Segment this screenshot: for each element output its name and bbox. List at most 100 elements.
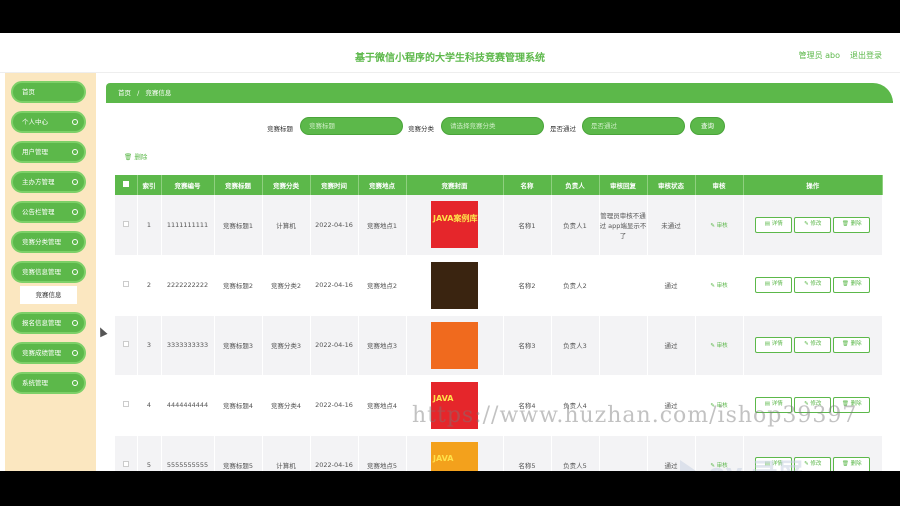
row-checkbox[interactable] <box>122 220 129 227</box>
logout-link[interactable]: 退出登录 <box>850 50 882 61</box>
actions-cell: ▤ 详情 ✎ 修改 🗑 删除 <box>743 195 883 256</box>
chevron-icon <box>72 209 78 215</box>
delete-button[interactable]: 🗑 删除 <box>833 216 871 233</box>
detail-button[interactable]: ▤ 详情 <box>755 337 793 353</box>
review-cell: ✎ 审核 <box>695 255 744 316</box>
select-all-header[interactable] <box>115 175 138 195</box>
column-header: 竞赛标题 <box>214 175 263 195</box>
place-cell: 竞赛地点5 <box>358 435 407 471</box>
row-select-cell[interactable] <box>115 435 138 471</box>
select-all-checkbox[interactable] <box>122 181 129 187</box>
place-cell: 竞赛地点2 <box>358 255 407 316</box>
column-header: 审核回复 <box>599 175 648 195</box>
detail-label: 详情 <box>771 281 783 287</box>
review-label: 审核 <box>716 283 728 289</box>
sidebar-item-registrations[interactable]: 报名信息管理 <box>11 312 86 334</box>
sidebar-subitem-competition-info[interactable]: 竞赛信息 <box>20 286 77 304</box>
index-cell: 1 <box>137 195 162 256</box>
column-header: 竞赛时间 <box>310 175 359 195</box>
sidebar-item-notices[interactable]: 公告栏管理 <box>11 201 86 223</box>
row-checkbox[interactable] <box>122 401 129 407</box>
row-select-cell[interactable] <box>115 315 138 376</box>
row-select-cell[interactable] <box>115 375 138 436</box>
trash-icon: 🗑 <box>124 153 133 161</box>
row-checkbox[interactable] <box>122 461 129 467</box>
edit-icon: ✎ <box>804 341 809 347</box>
chevron-icon <box>72 269 78 275</box>
sidebar-item-home[interactable]: 首页 <box>11 81 86 103</box>
sidebar-item-label: 公告栏管理 <box>22 208 55 216</box>
trash-icon: 🗑 <box>841 281 849 287</box>
code-cell: 3333333333 <box>161 315 215 376</box>
edit-label: 修改 <box>810 281 822 287</box>
owner-cell: 负责人2 <box>551 255 600 316</box>
actions-cell: ▤ 详情 ✎ 修改 🗑 删除 <box>743 255 883 316</box>
category-filter-label: 竞赛分类 <box>408 125 434 133</box>
column-header: 竞赛地点 <box>358 175 407 195</box>
sidebar-item-competitions[interactable]: 竞赛信息管理 <box>11 261 86 283</box>
chevron-icon <box>72 239 78 245</box>
row-checkbox[interactable] <box>122 281 129 287</box>
review-label: 审核 <box>716 222 728 229</box>
recorder-watermark-label: ev 录屏 <box>708 459 804 471</box>
sidebar-item-label: 主办方管理 <box>22 178 55 186</box>
place-cell: 竞赛地点4 <box>358 375 407 436</box>
delete-button[interactable]: 🗑 删除 <box>833 457 871 471</box>
index-cell: 3 <box>137 315 162 376</box>
row-select-cell[interactable] <box>115 255 138 316</box>
poster-cell: JAVA案例库 <box>406 195 504 256</box>
place-cell: 竞赛地点1 <box>358 195 407 256</box>
table-row: 2 2222222222 竞赛标题2 竞赛分类2 2022-04-16 竞赛地点2 名称2 负… <box>115 255 883 316</box>
sidebar-item-label: 竞赛成绩管理 <box>22 349 61 357</box>
cover-image <box>431 321 478 369</box>
detail-button[interactable]: ▤ 详情 <box>755 277 793 293</box>
column-header: 名称 <box>503 175 552 195</box>
row-checkbox[interactable] <box>122 341 129 347</box>
owner-cell: 负责人5 <box>551 435 600 471</box>
table-row: 1 1111111111 竞赛标题1 计算机 2022-04-16 竞赛地点1 JAVA案例… <box>115 195 883 256</box>
cover-image-text: JAVA <box>433 453 454 463</box>
edit-button[interactable]: ✎ 修改 <box>794 277 832 293</box>
search-button[interactable]: 查询 <box>690 117 725 135</box>
sidebar-item-profile[interactable]: 个人中心 <box>11 111 86 133</box>
edit-button[interactable]: ✎ 修改 <box>794 337 832 353</box>
batch-delete-button[interactable]: 🗑 删除 <box>124 151 147 161</box>
column-header: 审核状态 <box>647 175 696 195</box>
name-cell: 名称3 <box>503 315 552 376</box>
detail-button[interactable]: ▤ 详情 <box>755 216 793 233</box>
edit-label: 修改 <box>810 341 822 347</box>
index-cell: 4 <box>137 375 162 436</box>
sidebar-item-system[interactable]: 系统管理 <box>11 372 86 394</box>
column-header: 负责人 <box>551 175 600 195</box>
title-search-input[interactable]: 竞赛标题 <box>300 117 403 135</box>
cover-image: JAVA <box>431 441 478 471</box>
sidebar-item-scores[interactable]: 竞赛成绩管理 <box>11 342 86 364</box>
delete-button[interactable]: 🗑 删除 <box>833 277 871 293</box>
sidebar-item-organizers[interactable]: 主办方管理 <box>11 171 86 193</box>
pass-search-input[interactable]: 是否通过 <box>582 117 685 135</box>
edit-button[interactable]: ✎ 修改 <box>794 216 832 233</box>
reply-cell <box>599 315 648 376</box>
column-header: 竞赛编号 <box>161 175 215 195</box>
breadcrumb-home[interactable]: 首页 <box>118 89 131 97</box>
cover-image <box>431 261 478 309</box>
status-cell: 通过 <box>647 255 696 316</box>
delete-button[interactable]: 🗑 删除 <box>833 337 871 353</box>
sidebar-item-label: 系统管理 <box>22 379 48 387</box>
review-link[interactable]: ✎ 审核 <box>710 343 727 349</box>
review-cell: ✎ 审核 <box>695 195 744 256</box>
sidebar-item-users[interactable]: 用户管理 <box>11 141 86 163</box>
batch-delete-label: 删除 <box>134 153 148 161</box>
review-cell: ✎ 审核 <box>695 315 744 376</box>
edit-label: 修改 <box>810 461 822 467</box>
sidebar-item-categories[interactable]: 竞赛分类管理 <box>11 231 86 253</box>
cover-image: JAVA案例库 <box>431 201 478 249</box>
code-cell: 4444444444 <box>161 375 215 436</box>
category-select[interactable]: 请选择竞赛分类 <box>441 117 544 135</box>
review-link[interactable]: ✎ 审核 <box>710 283 727 289</box>
code-cell: 1111111111 <box>161 195 215 256</box>
category-cell: 竞赛分类3 <box>262 315 311 376</box>
column-header: 竞赛封面 <box>406 175 504 195</box>
review-link[interactable]: ✎ 审核 <box>710 223 727 229</box>
row-select-cell[interactable] <box>115 195 138 256</box>
